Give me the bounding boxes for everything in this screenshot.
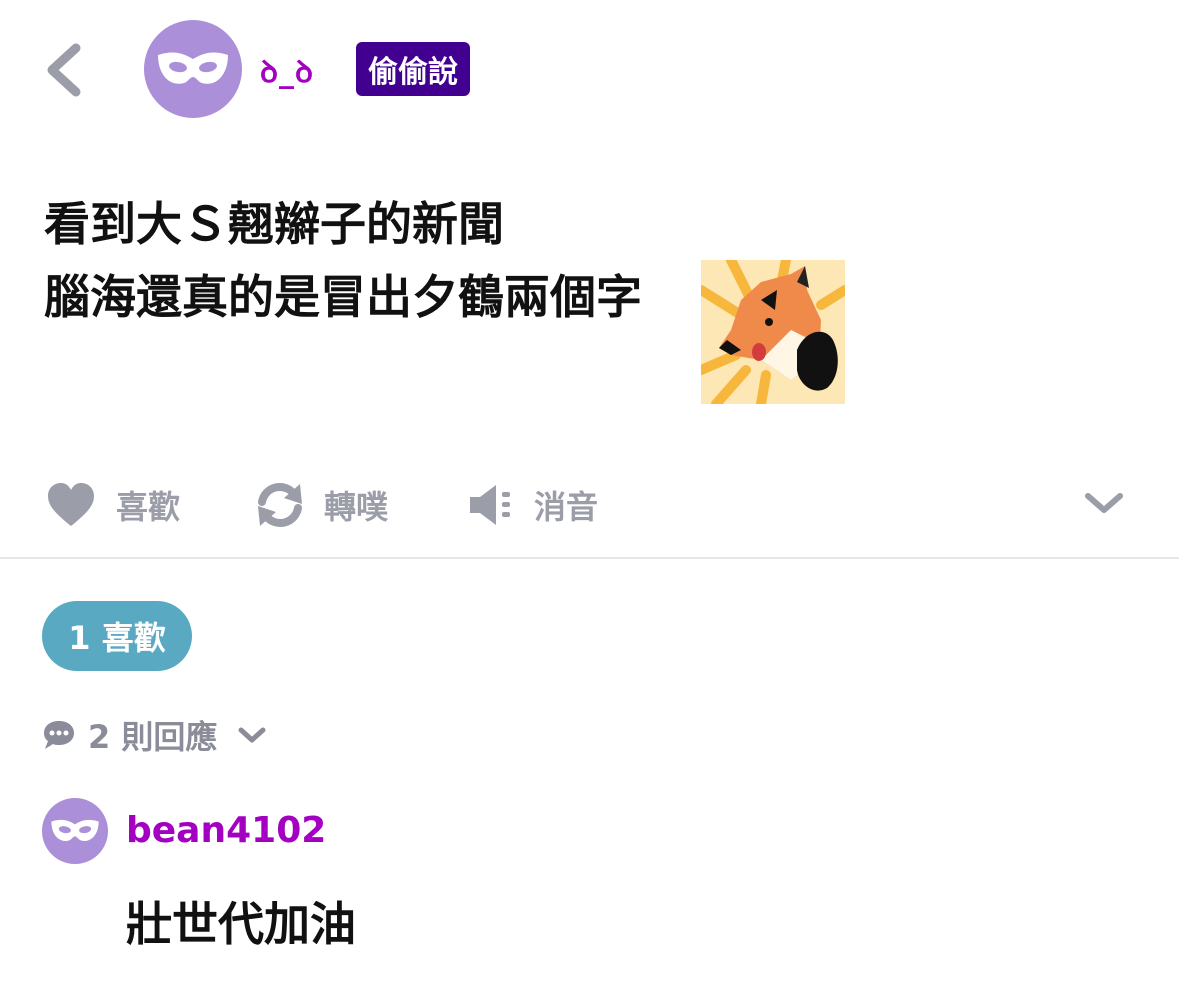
like-button[interactable]: 喜歡 xyxy=(46,480,180,530)
author-name[interactable]: ꝺ_ꝺ xyxy=(260,50,314,91)
chevron-down-icon xyxy=(1085,493,1123,513)
chevron-down-icon xyxy=(238,727,266,743)
post-line: 腦海還真的是冒出夕鶴兩個字 xyxy=(44,270,642,324)
heart-icon xyxy=(48,483,94,526)
replies-toggle[interactable]: 2 則回應 xyxy=(42,710,269,760)
comment-text: 壯世代加油 xyxy=(126,897,356,951)
post-content: 看到大Ｓ翹辮子的新聞 腦海還真的是冒出夕鶴兩個字 xyxy=(44,188,642,334)
chevron-left-icon xyxy=(47,43,81,97)
replurk-label: 轉噗 xyxy=(324,488,389,526)
more-options-button[interactable] xyxy=(1082,488,1126,522)
mute-label: 消音 xyxy=(534,488,599,526)
like-label: 喜歡 xyxy=(116,488,181,526)
back-button[interactable] xyxy=(40,40,90,100)
speech-bubble-icon xyxy=(44,721,74,749)
commenter-avatar[interactable] xyxy=(42,798,108,864)
commenter-name[interactable]: bean4102 xyxy=(126,810,326,851)
mute-button[interactable]: 消音 xyxy=(468,480,598,530)
post-line: 看到大Ｓ翹辮子的新聞 xyxy=(44,197,504,251)
anonymous-tag: 偷偷說 xyxy=(356,42,470,96)
fox-sticker-icon xyxy=(701,260,845,404)
fox-sticker[interactable] xyxy=(701,260,845,404)
replies-count-label: 2 則回應 xyxy=(88,718,218,756)
likes-count-pill[interactable]: 1 喜歡 xyxy=(42,601,192,671)
mask-icon xyxy=(51,819,99,841)
replurk-button[interactable]: 轉噗 xyxy=(256,480,388,530)
replurk-icon xyxy=(258,483,302,527)
mask-icon xyxy=(158,52,228,84)
author-avatar[interactable] xyxy=(144,20,242,118)
speaker-mute-icon xyxy=(470,485,510,525)
divider xyxy=(0,557,1179,559)
